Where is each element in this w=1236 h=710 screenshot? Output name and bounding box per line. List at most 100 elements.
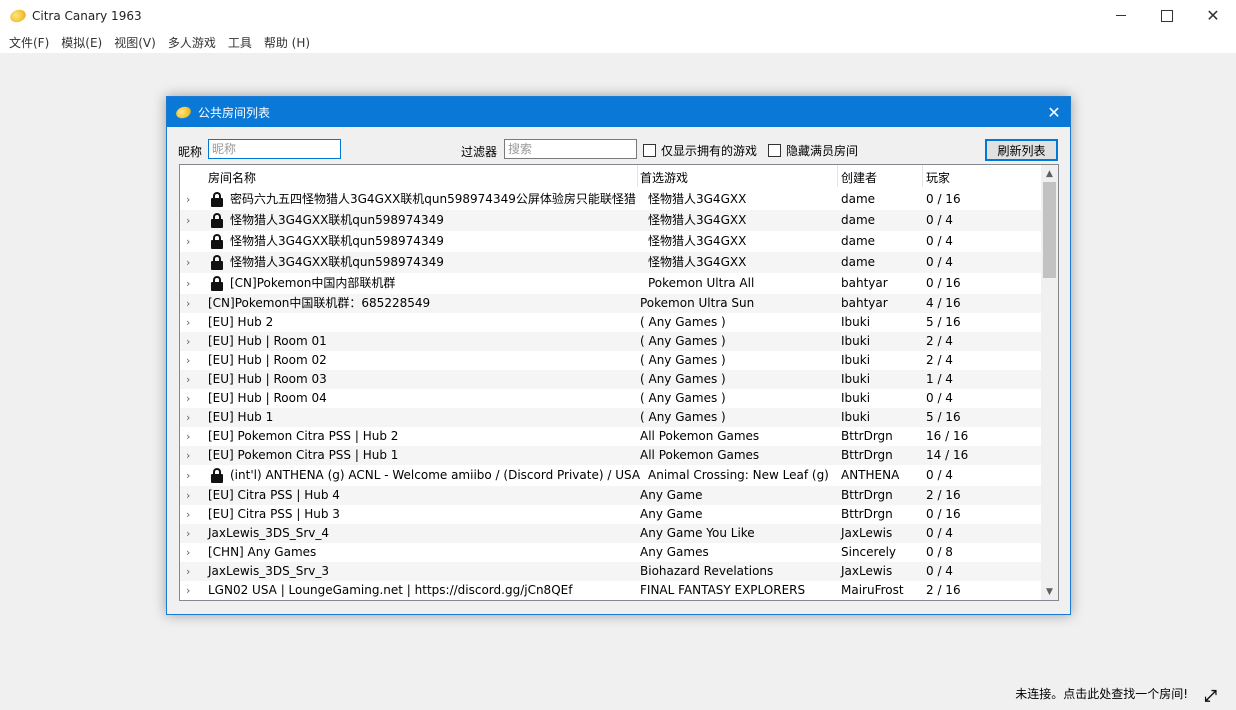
expand-arrow-icon[interactable]: › [186,370,190,389]
menu-emulation[interactable]: 模拟(E) [56,34,107,51]
lock-icon [210,255,224,270]
expand-arrow-icon[interactable]: › [186,581,190,600]
room-row[interactable]: › [EU] Citra PSS | Hub 4 Any Game BttrDrgn 2… [180,486,1042,505]
room-row[interactable]: › [CHN] Any Games Any Games Sincerely 0 / 8 [180,543,1042,562]
player-count: 2 / 16 [926,488,961,502]
room-row[interactable]: › [EU] Hub | Room 03 ( Any Games ) Ibuki 1 /… [180,370,1042,389]
expand-arrow-icon[interactable]: › [186,505,190,524]
expand-arrow-icon[interactable]: › [186,252,190,273]
room-name: LGN02 USA | LoungeGaming.net | https://d… [208,583,573,597]
network-status-icon[interactable]: ⤢ [1204,686,1226,705]
room-row[interactable]: › [EU] Pokemon Citra PSS | Hub 1 All Pokem… [180,446,1042,465]
lock-icon [210,213,224,228]
refresh-list-button[interactable]: 刷新列表 [985,139,1058,161]
window-title: Citra Canary 1963 [32,8,142,23]
column-header-room-name[interactable]: 房间名称 [208,169,256,186]
expand-arrow-icon[interactable]: › [186,446,190,465]
expand-arrow-icon[interactable]: › [186,389,190,408]
expand-arrow-icon[interactable]: › [186,562,190,581]
expand-arrow-icon[interactable]: › [186,210,190,231]
expand-arrow-icon[interactable]: › [186,313,190,332]
scroll-up-icon[interactable]: ▲ [1041,165,1058,182]
column-header-players[interactable]: 玩家 [926,169,950,186]
room-row[interactable]: › [CN]Pokemon中国联机群：685228549 Pokemon Ultra… [180,294,1042,313]
room-row[interactable]: › 密码六九五四怪物猎人3G4GXX联机qun598974349公屏体验房只能联怪… [180,189,1042,210]
room-row[interactable]: › JaxLewis_3DS_Srv_4 Any Game You Like JaxL… [180,524,1042,543]
player-count: 0 / 4 [926,255,953,269]
room-name: [EU] Pokemon Citra PSS | Hub 2 [208,429,399,443]
menu-file[interactable]: 文件(F) [4,34,54,51]
room-name: [CN]Pokemon中国联机群：685228549 [208,296,431,310]
host-name: Ibuki [841,372,871,386]
room-row[interactable]: › 怪物猎人3G4GXX联机qun598974349 怪物猎人3G4GXX dame 0… [180,252,1042,273]
room-row[interactable]: › LGN02 USA | LoungeGaming.net | https://… [180,581,1042,600]
room-row[interactable]: › [EU] Hub | Room 01 ( Any Games ) Ibuki 2 /… [180,332,1042,351]
nickname-input[interactable] [208,139,341,159]
preferred-game: ( Any Games ) [640,410,726,424]
expand-arrow-icon[interactable]: › [186,231,190,252]
expand-arrow-icon[interactable]: › [186,524,190,543]
dialog-close-button[interactable]: ✕ [1038,97,1070,127]
hide-full-rooms-checkbox[interactable]: 隐藏满员房间 [768,142,858,159]
room-row[interactable]: › [EU] Citra PSS | Hub 3 Any Game BttrDrgn 0… [180,505,1042,524]
room-name: 怪物猎人3G4GXX联机qun598974349 [230,213,444,227]
expand-arrow-icon[interactable]: › [186,294,190,313]
checkbox-box[interactable] [768,144,781,157]
menu-multiplayer[interactable]: 多人游戏 [163,34,221,51]
connection-status[interactable]: 未连接。点击此处查找一个房间! [1015,685,1188,702]
room-row[interactable]: › [EU] Hub | Room 04 ( Any Games ) Ibuki 0 /… [180,389,1042,408]
room-name: [EU] Pokemon Citra PSS | Hub 1 [208,448,399,462]
preferred-game: Any Game [640,507,703,521]
preferred-game: Pokemon Ultra All [648,276,755,290]
expand-arrow-icon[interactable]: › [186,465,190,486]
column-header-host[interactable]: 创建者 [841,169,877,186]
expand-arrow-icon[interactable]: › [186,543,190,562]
room-row[interactable]: › [EU] Hub 1 ( Any Games ) Ibuki 5 / 16 [180,408,1042,427]
close-button[interactable]: ✕ [1190,0,1236,31]
expand-arrow-icon[interactable]: › [186,273,190,294]
menu-view[interactable]: 视图(V) [109,34,161,51]
hide-full-rooms-label: 隐藏满员房间 [786,144,859,158]
room-name: [EU] Citra PSS | Hub 3 [208,507,340,521]
room-row[interactable]: › JaxLewis_3DS_Srv_3 Biohazard Revelations… [180,562,1042,581]
maximize-button[interactable] [1144,0,1190,31]
host-name: BttrDrgn [841,488,893,502]
player-count: 1 / 4 [926,372,953,386]
vertical-scrollbar[interactable]: ▲ ▼ [1041,165,1058,600]
column-header-preferred-game[interactable]: 首选游戏 [640,169,688,186]
room-row[interactable]: › [EU] Hub | Room 02 ( Any Games ) Ibuki 2 /… [180,351,1042,370]
preferred-game: 怪物猎人3G4GXX [648,234,747,248]
checkbox-box[interactable] [643,144,656,157]
menu-tools[interactable]: 工具 [223,34,257,51]
expand-arrow-icon[interactable]: › [186,332,190,351]
room-name: [EU] Citra PSS | Hub 4 [208,488,340,502]
preferred-game: ( Any Games ) [640,353,726,367]
menu-bar: 文件(F) 模拟(E) 视图(V) 多人游戏 工具 帮助 (H) [0,31,1236,53]
preferred-game: 怪物猎人3G4GXX [648,255,747,269]
expand-arrow-icon[interactable]: › [186,189,190,210]
room-row[interactable]: › [CN]Pokemon中国内部联机群 Pokemon Ultra All baht… [180,273,1042,294]
scrollbar-thumb[interactable] [1043,182,1056,278]
expand-arrow-icon[interactable]: › [186,486,190,505]
room-row[interactable]: › 怪物猎人3G4GXX联机qun598974349 怪物猎人3G4GXX dame 0… [180,210,1042,231]
menu-help[interactable]: 帮助 (H) [259,34,315,51]
room-name: [EU] Hub | Room 04 [208,391,327,405]
lock-icon [210,276,224,291]
host-name: BttrDrgn [841,448,893,462]
room-row[interactable]: › 怪物猎人3G4GXX联机qun598974349 怪物猎人3G4GXX dame… [180,231,1042,252]
room-row[interactable]: › [EU] Pokemon Citra PSS | Hub 2 All Pokem… [180,427,1042,446]
room-list[interactable]: 房间名称 首选游戏 创建者 玩家 › 密码六九五四怪物猎人3G4GXX联机qun5… [179,164,1059,601]
minimize-button[interactable] [1098,0,1144,31]
preferred-game: ( Any Games ) [640,334,726,348]
room-row[interactable]: › [EU] Hub 2 ( Any Games ) Ibuki 5 / 16 [180,313,1042,332]
expand-arrow-icon[interactable]: › [186,427,190,446]
scroll-down-icon[interactable]: ▼ [1041,583,1058,600]
expand-arrow-icon[interactable]: › [186,351,190,370]
room-row[interactable]: › (int'l) ANTHENA (g) ACNL - Welcome amii… [180,465,1042,486]
preferred-game: Biohazard Revelations [640,564,774,578]
search-input[interactable] [504,139,637,159]
citra-logo-icon [8,7,28,24]
host-name: Ibuki [841,334,871,348]
expand-arrow-icon[interactable]: › [186,408,190,427]
only-owned-games-checkbox[interactable]: 仅显示拥有的游戏 [643,142,757,159]
